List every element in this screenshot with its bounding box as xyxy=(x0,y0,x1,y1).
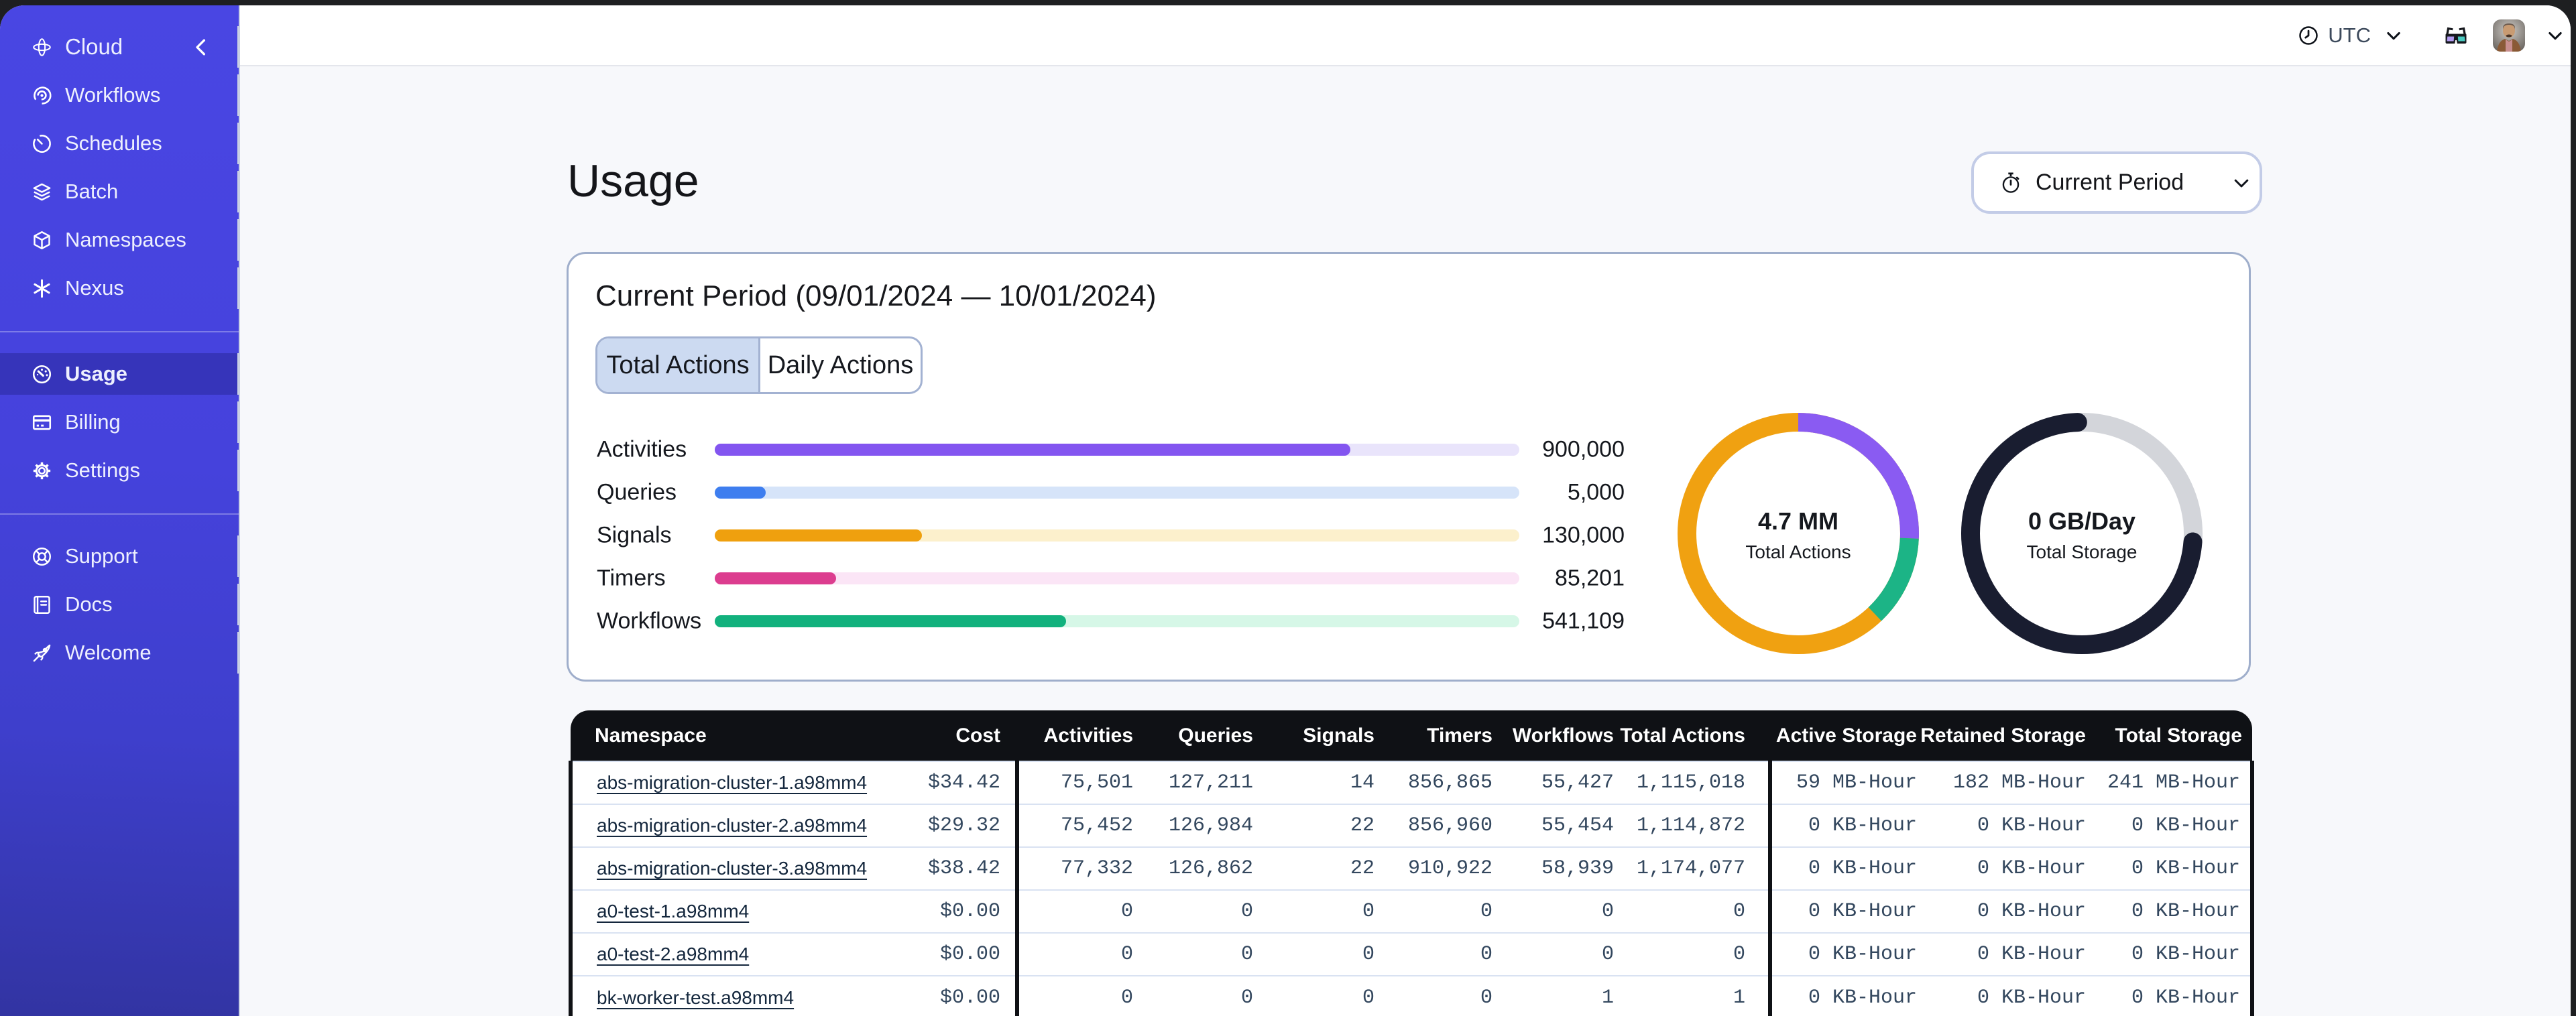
svg-text:4.7 MM: 4.7 MM xyxy=(1758,507,1838,535)
svg-text:Total Storage: Total Storage xyxy=(2027,542,2138,562)
svg-text:Total Actions: Total Actions xyxy=(1745,542,1851,562)
svg-text:0 GB/Day: 0 GB/Day xyxy=(2028,507,2135,535)
